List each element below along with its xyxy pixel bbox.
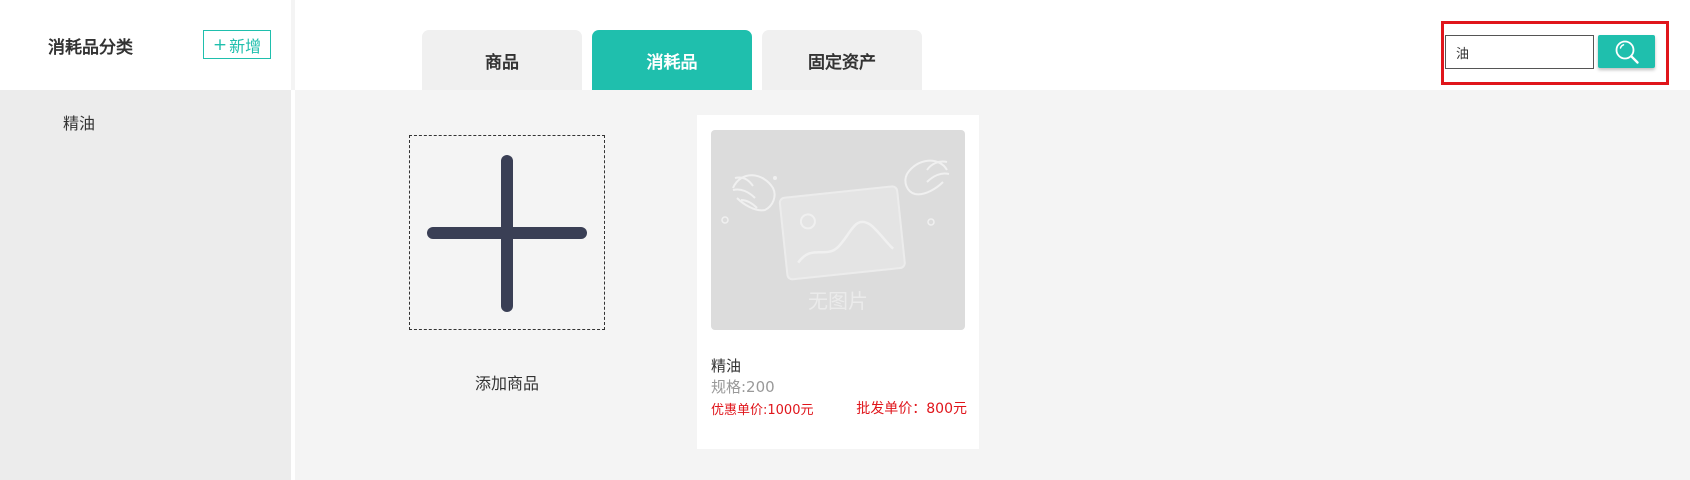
plus-icon <box>427 155 587 312</box>
tab-fixed-assets[interactable]: 固定资产 <box>762 30 922 90</box>
discount-price: 优惠单价:1000元 <box>711 403 814 418</box>
tab-goods[interactable]: 商品 <box>422 30 582 90</box>
tab-consumables[interactable]: 消耗品 <box>592 30 752 90</box>
product-card[interactable]: 无图片 精油 规格:200 优惠单价:1000元 批发单价：800元 <box>697 115 979 449</box>
sidebar-item-essential-oil[interactable]: 精油 <box>63 110 95 134</box>
no-image-placeholder: 无图片 <box>711 130 965 330</box>
add-product-label: 添加商品 <box>474 374 539 393</box>
add-category-button[interactable]: + 新增 <box>203 30 271 59</box>
plus-icon: + <box>212 34 228 55</box>
sidebar-title: 消耗品分类 <box>48 38 133 58</box>
no-image-text: 无图片 <box>808 289 868 313</box>
add-category-label: 新增 <box>229 36 262 56</box>
wholesale-price: 批发单价：800元 <box>856 401 967 417</box>
divider <box>291 0 295 90</box>
search-icon <box>1615 40 1639 64</box>
category-list: 精油 <box>0 90 291 480</box>
search-button[interactable] <box>1598 35 1655 68</box>
product-name: 精油 <box>711 357 742 375</box>
search-input[interactable] <box>1445 35 1594 69</box>
add-product-button[interactable] <box>409 135 605 330</box>
product-spec: 规格:200 <box>711 378 775 396</box>
sidebar-header: 消耗品分类 + 新增 <box>0 0 291 90</box>
